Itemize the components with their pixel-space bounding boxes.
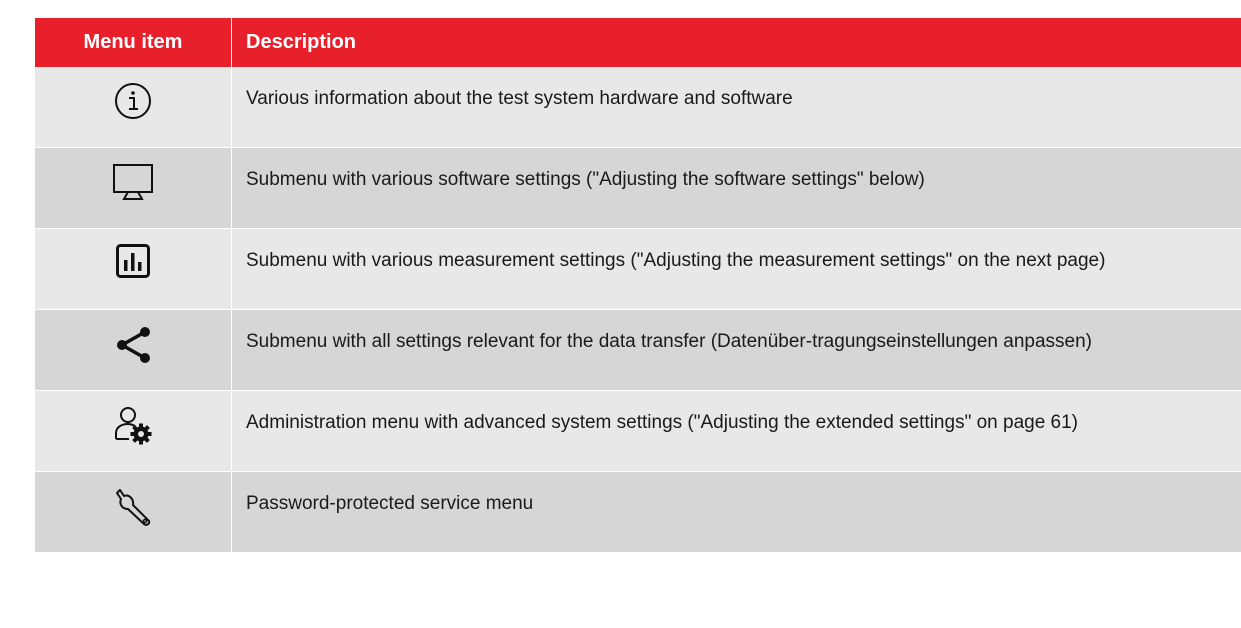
monitor-icon (112, 162, 154, 228)
row-description: Various information about the test syste… (246, 88, 793, 109)
bar-chart-icon (115, 243, 151, 309)
table-header: Menu item Description (35, 18, 1241, 67)
icon-cell (35, 148, 232, 228)
table-row: Submenu with various software settings (… (35, 148, 1241, 229)
header-menu-item: Menu item (35, 18, 232, 67)
icon-cell (35, 391, 232, 471)
share-icon (112, 324, 154, 390)
wrench-icon (112, 486, 154, 552)
icon-cell (35, 229, 232, 309)
icon-cell (35, 67, 232, 147)
user-settings-icon (112, 405, 154, 471)
row-description: Submenu with all settings relevant for t… (246, 331, 1093, 352)
table-row: Submenu with various measurement setting… (35, 229, 1241, 310)
table-row: Submenu with all settings relevant for t… (35, 310, 1241, 391)
row-description: Submenu with various software settings (… (246, 169, 925, 190)
row-description: Administration menu with advanced system… (246, 412, 1079, 433)
table-row: Various information about the test syste… (35, 67, 1241, 148)
table-row: Administration menu with advanced system… (35, 391, 1241, 472)
row-description: Password-protected service menu (246, 493, 534, 514)
menu-table: Menu item Description Various informatio… (35, 18, 1241, 553)
header-description: Description (246, 31, 357, 53)
table-row: Password-protected service menu (35, 472, 1241, 553)
icon-cell (35, 472, 232, 552)
row-description: Submenu with various measurement setting… (246, 250, 1106, 271)
icon-cell (35, 310, 232, 390)
info-icon (113, 81, 153, 147)
